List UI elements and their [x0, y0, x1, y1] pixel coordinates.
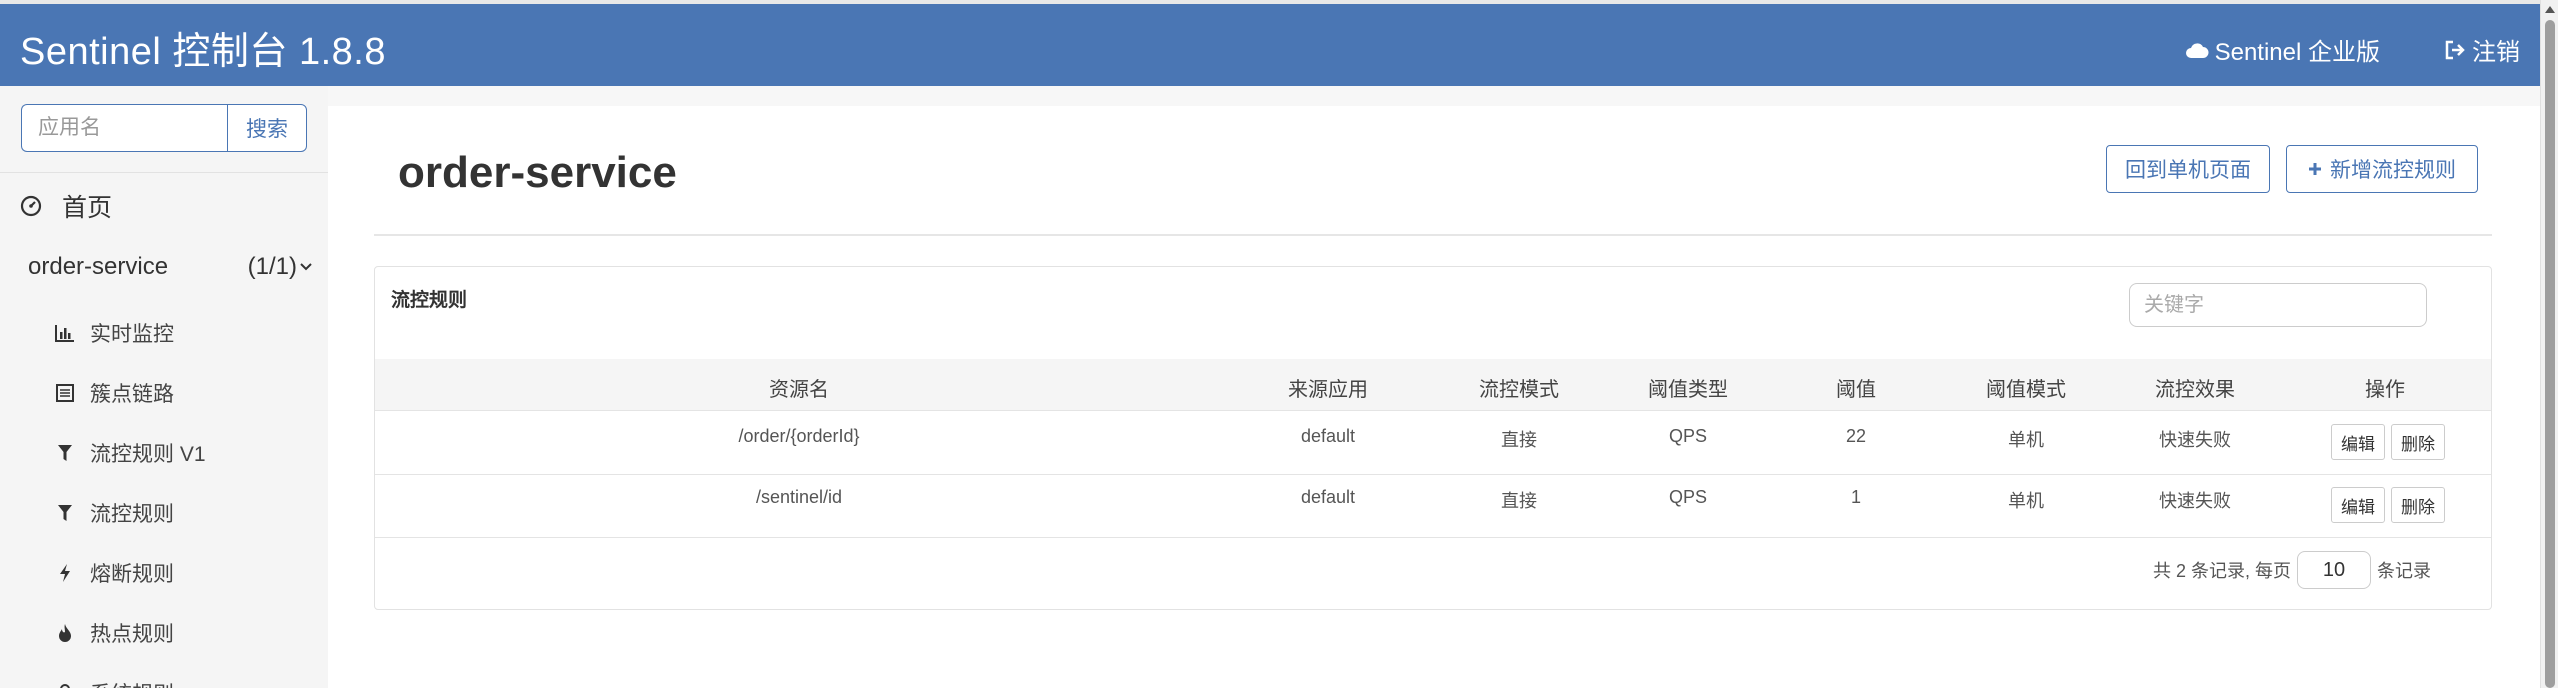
fire-icon — [59, 624, 71, 642]
app-count-wrap: (1/1) — [248, 253, 313, 281]
lock-icon — [60, 684, 70, 688]
cell-resource: /sentinel/id — [755, 487, 843, 507]
add-flow-rule-button[interactable]: 新增流控规则 — [2286, 145, 2478, 193]
sidebar-item-label: 簇点链路 — [90, 383, 174, 406]
cell-control-behavior: 快速失败 — [2159, 430, 2231, 450]
pagination: 共 2 条记录, 每页 条记录 — [2153, 551, 2431, 589]
cell-origin: default — [1300, 426, 1356, 446]
edit-button[interactable]: 编辑 — [2331, 487, 2385, 523]
delete-button[interactable]: 删除 — [2391, 424, 2445, 460]
sidebar-item-label: 熔断规则 — [90, 563, 174, 586]
column-header: 操作 — [2365, 379, 2405, 401]
cell-grade: QPS — [1668, 487, 1708, 507]
navbar-right: Sentinel 企业版 注销 — [2185, 32, 2520, 67]
title-divider — [374, 234, 2492, 236]
sidebar-item-home[interactable]: 首页 — [20, 188, 112, 224]
filter-icon — [58, 505, 72, 521]
cell-strategy: 直接 — [1501, 491, 1537, 511]
row-actions: 编辑 删除 — [2331, 424, 2445, 460]
page-title: order-service — [398, 148, 677, 197]
sign-out-icon — [2445, 40, 2465, 59]
table-row: /order/{orderId} default 直接 QPS 22 单机 快速… — [375, 412, 2491, 475]
sidebar-item-system-rules[interactable]: 系统规则 — [54, 678, 174, 688]
enterprise-label: Sentinel 企业版 — [2214, 39, 2380, 66]
app-name: order-service — [28, 253, 169, 280]
edit-button[interactable]: 编辑 — [2331, 424, 2385, 460]
page-size-input[interactable] — [2297, 551, 2372, 589]
column-header[interactable]: 阈值类型 — [1648, 373, 1728, 402]
logout-label: 注销 — [2472, 39, 2520, 66]
app-count: (1/1) — [247, 253, 297, 280]
column-header[interactable]: 资源名 — [769, 373, 829, 402]
app-search-input[interactable] — [21, 104, 227, 152]
app-search-button[interactable]: 搜索 — [227, 104, 307, 152]
sidebar-item-hotspot-rules[interactable]: 热点规则 — [54, 618, 174, 648]
vertical-scrollbar[interactable] — [2540, 0, 2558, 688]
plus-icon — [2309, 163, 2321, 175]
cell-cluster-mode: 单机 — [2008, 491, 2044, 511]
logout-link[interactable]: 注销 — [2444, 32, 2520, 67]
cloud-icon — [2185, 42, 2209, 58]
cell-resource: /order/{orderId} — [738, 426, 860, 446]
pager-prefix: 共 2 条记录, 每页 — [2153, 561, 2292, 581]
column-header[interactable]: 来源应用 — [1288, 373, 1368, 402]
table-header: 资源名 来源应用 流控模式 阈值类型 阈值 阈值模式 流控效果 操作 — [375, 359, 2491, 411]
sidebar: 搜索 首页 order-service (1/1) 实时监控 簇点链路 流控规则… — [0, 86, 328, 688]
back-to-single-machine-button[interactable]: 回到单机页面 — [2106, 145, 2270, 193]
cell-origin: default — [1300, 487, 1356, 507]
flash-icon — [60, 564, 70, 582]
scroll-thumb[interactable] — [2545, 20, 2555, 688]
enterprise-link[interactable]: Sentinel 企业版 — [2185, 32, 2380, 67]
list-icon — [56, 384, 74, 402]
dashboard-icon — [20, 195, 42, 217]
chevron-down-icon — [300, 263, 312, 271]
cell-grade: QPS — [1668, 426, 1708, 446]
column-header[interactable]: 阈值模式 — [1986, 373, 2066, 402]
row-actions: 编辑 删除 — [2331, 487, 2445, 523]
navbar: Sentinel 控制台 1.8.8 Sentinel 企业版 注销 — [0, 4, 2540, 86]
cell-strategy: 直接 — [1501, 430, 1537, 450]
flow-rules-panel: 流控规则 资源名 来源应用 流控模式 阈值类型 阈值 阈值模式 流控效果 操作 … — [374, 266, 2492, 610]
sidebar-item-label: 热点规则 — [90, 623, 174, 646]
app-search: 搜索 — [21, 104, 307, 152]
panel-title: 流控规则 — [391, 290, 468, 311]
brand-title[interactable]: Sentinel 控制台 1.8.8 — [20, 20, 386, 75]
column-header[interactable]: 流控效果 — [2155, 373, 2235, 402]
sidebar-item-flow-rules-v1[interactable]: 流控规则 V1 — [54, 438, 206, 468]
sidebar-app-order-service[interactable]: order-service (1/1) — [28, 253, 313, 281]
sidebar-item-label: 流控规则 — [90, 503, 174, 526]
add-flow-rule-label: 新增流控规则 — [2330, 159, 2456, 182]
delete-button[interactable]: 删除 — [2391, 487, 2445, 523]
scroll-up-icon[interactable] — [2545, 6, 2555, 13]
sidebar-item-degrade-rules[interactable]: 熔断规则 — [54, 558, 174, 588]
sidebar-item-label: 系统规则 — [90, 678, 174, 688]
cell-count: 1 — [1850, 487, 1862, 507]
keyword-search-input[interactable] — [2129, 283, 2427, 327]
sidebar-divider — [0, 172, 328, 173]
pager-suffix: 条记录 — [2377, 561, 2432, 581]
bar-chart-icon — [55, 325, 74, 342]
sidebar-item-label: 流控规则 V1 — [90, 443, 206, 466]
cell-control-behavior: 快速失败 — [2159, 491, 2231, 511]
sidebar-item-label: 实时监控 — [90, 323, 174, 346]
column-header[interactable]: 阈值 — [1836, 373, 1876, 402]
sidebar-item-realtime-monitor[interactable]: 实时监控 — [54, 318, 174, 348]
sidebar-item-home-label: 首页 — [62, 194, 113, 222]
filter-icon — [58, 445, 72, 461]
column-header[interactable]: 流控模式 — [1479, 373, 1559, 402]
cell-count: 22 — [1845, 426, 1867, 446]
cell-cluster-mode: 单机 — [2008, 430, 2044, 450]
sidebar-item-resource-chain[interactable]: 簇点链路 — [54, 378, 174, 408]
table-row: /sentinel/id default 直接 QPS 1 单机 快速失败 编辑… — [375, 475, 2491, 538]
sidebar-item-flow-rules[interactable]: 流控规则 — [54, 498, 174, 528]
